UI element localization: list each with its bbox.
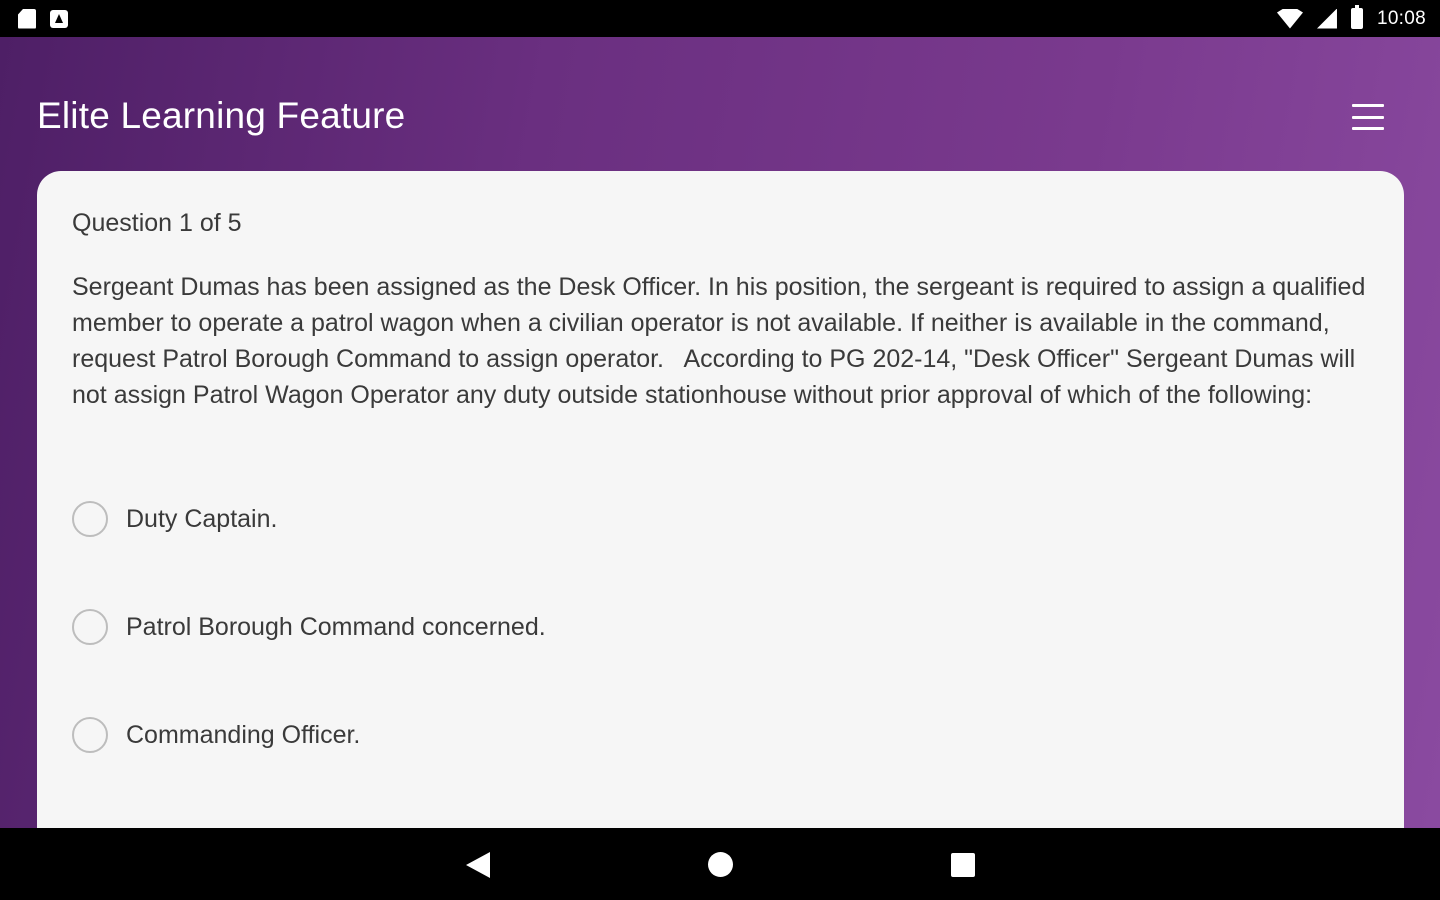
status-time: 10:08 [1376,7,1426,29]
answer-option-label: Patrol Borough Command concerned. [126,612,546,641]
menu-line [1352,115,1384,119]
radio-button[interactable] [72,609,108,645]
answer-option-duty-captain[interactable]: Duty Captain. [72,501,546,537]
app-area: Elite Learning Feature Question 1 of 5 S… [0,37,1440,871]
navigation-bar [0,828,1440,900]
menu-line [1352,127,1384,130]
sd-card-icon [18,8,36,29]
answer-option-label: Duty Captain. [126,504,278,533]
question-text: Sergeant Dumas has been assigned as the … [72,273,1373,409]
answer-options: Duty Captain. Patrol Borough Command con… [72,501,546,825]
wifi-icon [1276,8,1303,29]
back-icon[interactable] [466,852,490,878]
question-counter: Question 1 of 5 [72,209,242,237]
cell-signal-icon [1316,8,1337,29]
question-card: Question 1 of 5 Sergeant Dumas has been … [37,171,1404,871]
home-icon[interactable] [708,852,733,877]
menu-line [1352,104,1384,107]
app-title: Elite Learning Feature [37,95,406,136]
status-right-icons: 10:08 [1276,5,1426,30]
answer-option-commanding-officer[interactable]: Commanding Officer. [72,717,546,753]
status-bar: 10:08 [0,0,1440,37]
radio-button[interactable] [72,717,108,753]
hamburger-menu-icon[interactable] [1350,101,1386,133]
radio-button[interactable] [72,501,108,537]
answer-option-label: Commanding Officer. [126,720,361,749]
answer-option-patrol-borough[interactable]: Patrol Borough Command concerned. [72,609,546,645]
app-notification-icon [50,9,68,28]
status-left-icons [18,8,68,29]
recents-icon[interactable] [951,853,975,877]
battery-icon [1350,5,1363,29]
